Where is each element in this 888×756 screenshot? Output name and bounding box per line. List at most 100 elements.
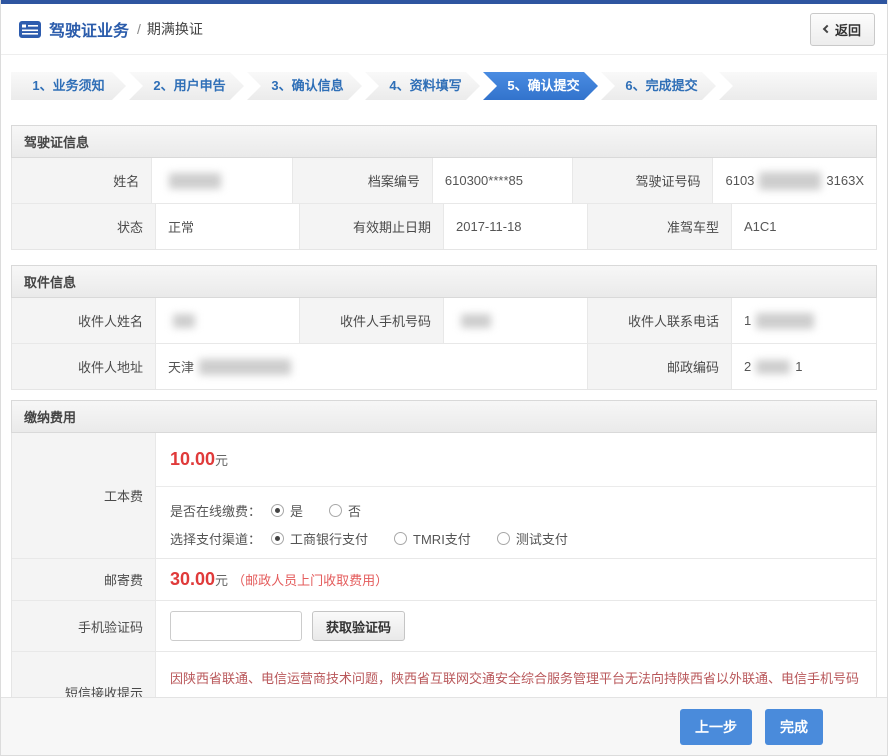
- pickup-info-section: 取件信息 收件人姓名 收件人手机号码 收件人联系电话 1 收件人地址 天津: [11, 265, 877, 390]
- recipient-mobile-value: [444, 298, 588, 343]
- table-row: 姓名 档案编号 610300****85 驾驶证号码 6103 3163X: [12, 158, 876, 204]
- channel-icbc-label: 工商银行支付: [290, 529, 368, 548]
- recipient-name-value: [156, 298, 300, 343]
- production-fee-unit: 元: [215, 453, 228, 468]
- postage-value: 30.00元 （邮政人员上门收取费用）: [156, 559, 876, 600]
- valid-until-label: 有效期止日期: [300, 204, 444, 249]
- recipient-name-label: 收件人姓名: [12, 298, 156, 343]
- step-4-fill-data: 4、资料填写: [365, 72, 480, 100]
- postage-label: 邮寄费: [12, 559, 156, 600]
- page-header: 驾驶证业务 / 期满换证 返回: [1, 4, 887, 55]
- pickup-info-table: 收件人姓名 收件人手机号码 收件人联系电话 1 收件人地址 天津 邮政编码 2: [11, 298, 877, 390]
- license-info-section: 驾驶证信息 姓名 档案编号 610300****85 驾驶证号码 6103 31…: [11, 125, 877, 250]
- radio-unchecked-icon: [329, 504, 342, 517]
- valid-until-value: 2017-11-18: [444, 204, 588, 249]
- license-number-value: 6103 3163X: [713, 158, 876, 203]
- radio-option-channel-tmri[interactable]: TMRI支付: [394, 529, 471, 548]
- breadcrumb-current: 期满换证: [147, 19, 203, 39]
- radio-option-online-no[interactable]: 否: [329, 501, 361, 520]
- address-value: 天津: [156, 344, 588, 389]
- address-label: 收件人地址: [12, 344, 156, 389]
- redacted-license-number: [759, 172, 821, 190]
- postage-unit: 元: [215, 570, 228, 589]
- redacted-address: [199, 359, 291, 375]
- redacted-postcode: [756, 360, 790, 374]
- postcode-value: 2 1: [732, 344, 876, 389]
- sms-code-label: 手机验证码: [12, 601, 156, 651]
- footer-action-bar: 上一步 完成: [1, 697, 887, 755]
- back-chevron-icon: [823, 25, 831, 33]
- sms-code-field-group: 获取验证码: [156, 601, 876, 651]
- back-button[interactable]: 返回: [810, 13, 875, 46]
- divider: [156, 486, 876, 487]
- online-no-label: 否: [348, 501, 361, 520]
- production-fee-row: 工本费 10.00元 是否在线缴费： 是 否: [12, 433, 876, 559]
- redacted-name: [169, 173, 221, 189]
- payment-channel-line: 选择支付渠道： 工商银行支付 TMRI支付 测试支付: [170, 529, 862, 548]
- step-wizard: 1、业务须知 2、用户申告 3、确认信息 4、资料填写 5、确认提交 6、完成提…: [11, 72, 877, 100]
- recipient-phone-prefix: 1: [744, 313, 751, 328]
- license-number-prefix: 6103: [725, 173, 754, 188]
- radio-unchecked-icon: [497, 532, 510, 545]
- address-prefix: 天津: [168, 357, 194, 376]
- online-yes-label: 是: [290, 501, 303, 520]
- page-title: 驾驶证业务: [49, 17, 129, 41]
- back-button-label: 返回: [835, 20, 861, 39]
- fees-title: 缴纳费用: [11, 400, 877, 433]
- step-2-user-declaration: 2、用户申告: [129, 72, 244, 100]
- license-number-label: 驾驶证号码: [573, 158, 713, 203]
- payment-channel-label: 选择支付渠道：: [170, 529, 261, 548]
- status-value: 正常: [156, 204, 300, 249]
- radio-checked-icon: [271, 504, 284, 517]
- postage-fee-row: 邮寄费 30.00元 （邮政人员上门收取费用）: [12, 559, 876, 601]
- production-fee-value: 10.00元 是否在线缴费： 是 否: [156, 433, 876, 558]
- license-business-icon: [19, 21, 41, 38]
- license-info-title: 驾驶证信息: [11, 125, 877, 158]
- postcode-prefix: 2: [744, 359, 751, 374]
- step-5-confirm-submit-active: 5、确认提交: [483, 72, 598, 100]
- channel-test-label: 测试支付: [516, 529, 568, 548]
- redacted-recipient-name: [173, 314, 195, 328]
- recipient-mobile-label: 收件人手机号码: [300, 298, 444, 343]
- radio-checked-icon: [271, 532, 284, 545]
- postcode-label: 邮政编码: [588, 344, 732, 389]
- production-fee-label: 工本费: [12, 433, 156, 558]
- step-bar-filler: [719, 72, 877, 100]
- step-6-finish-submit: 6、完成提交: [601, 72, 716, 100]
- postcode-suffix: 1: [795, 359, 802, 374]
- name-label: 姓名: [12, 158, 152, 203]
- sms-code-row: 手机验证码 获取验证码: [12, 601, 876, 652]
- radio-unchecked-icon: [394, 532, 407, 545]
- vehicle-class-value: A1C1: [732, 204, 876, 249]
- online-payment-label: 是否在线缴费：: [170, 501, 261, 520]
- fees-section: 缴纳费用 工本费 10.00元 是否在线缴费： 是: [11, 400, 877, 733]
- license-number-suffix: 3163X: [826, 173, 864, 188]
- pickup-info-title: 取件信息: [11, 265, 877, 298]
- step-1-business-notice: 1、业务须知: [11, 72, 126, 100]
- radio-option-channel-test[interactable]: 测试支付: [497, 529, 568, 548]
- production-fee-amount-line: 10.00元: [170, 443, 862, 474]
- page: 驾驶证业务 / 期满换证 返回 1、业务须知 2、用户申告 3、确认信息 4、资…: [0, 0, 888, 756]
- channel-tmri-label: TMRI支付: [413, 529, 471, 548]
- fees-table: 工本费 10.00元 是否在线缴费： 是 否: [11, 433, 877, 733]
- table-row: 收件人姓名 收件人手机号码 收件人联系电话 1: [12, 298, 876, 344]
- file-number-label: 档案编号: [293, 158, 433, 203]
- postage-amount: 30.00: [170, 569, 215, 590]
- online-payment-line: 是否在线缴费： 是 否: [170, 501, 862, 520]
- table-row: 状态 正常 有效期止日期 2017-11-18 准驾车型 A1C1: [12, 204, 876, 249]
- name-value: [152, 158, 292, 203]
- table-row: 收件人地址 天津 邮政编码 2 1: [12, 344, 876, 389]
- sms-code-input[interactable]: [170, 611, 302, 641]
- license-info-table: 姓名 档案编号 610300****85 驾驶证号码 6103 3163X 状态…: [11, 158, 877, 250]
- finish-button[interactable]: 完成: [765, 709, 823, 745]
- step-3-confirm-info: 3、确认信息: [247, 72, 362, 100]
- radio-option-online-yes[interactable]: 是: [271, 501, 303, 520]
- vehicle-class-label: 准驾车型: [588, 204, 732, 249]
- redacted-recipient-mobile: [461, 314, 491, 328]
- get-code-button[interactable]: 获取验证码: [312, 611, 405, 641]
- previous-step-button[interactable]: 上一步: [680, 709, 752, 745]
- radio-option-channel-icbc[interactable]: 工商银行支付: [271, 529, 368, 548]
- file-number-value: 610300****85: [433, 158, 573, 203]
- production-fee-amount: 10.00: [170, 449, 215, 469]
- redacted-recipient-phone: [756, 313, 814, 329]
